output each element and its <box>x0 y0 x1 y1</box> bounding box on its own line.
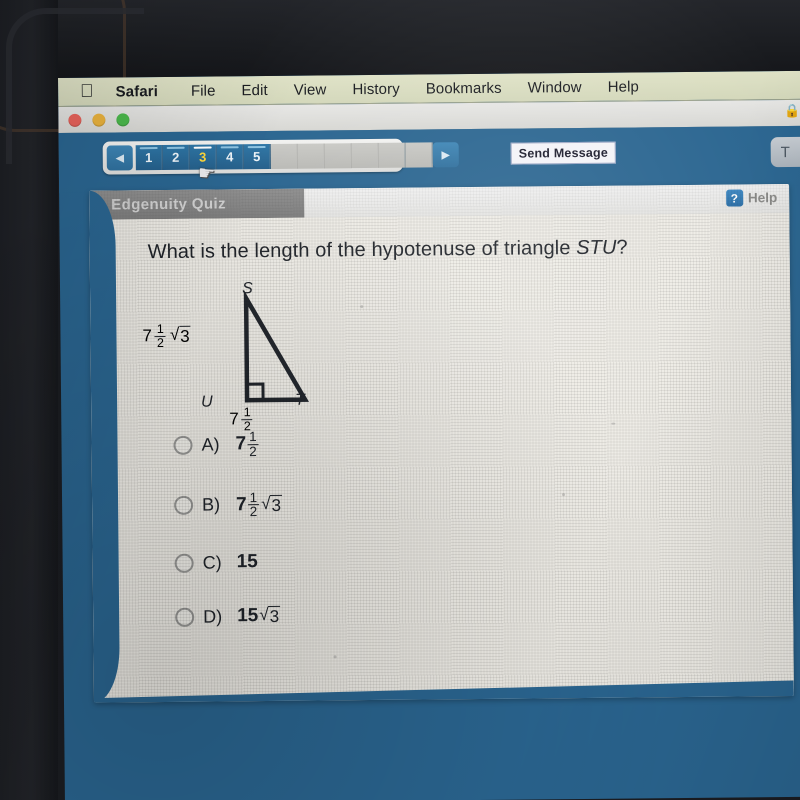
question-text: What is the length of the hypotenuse of … <box>148 237 628 265</box>
leg-left-fraction: 1 2 <box>154 321 167 350</box>
leg-left-whole: 7 <box>142 326 153 346</box>
page-tab-2[interactable]: 2 <box>162 144 190 170</box>
vertex-label-s: S <box>241 280 253 298</box>
dust-speck <box>360 305 364 309</box>
option-b-denominator: 2 <box>247 504 260 520</box>
pager-prev-arrow-icon[interactable]: ◀ <box>106 145 133 171</box>
radio-button-d[interactable] <box>175 607 195 627</box>
help-button[interactable]: ? Help <box>725 189 778 207</box>
option-value-b: 7 1 2 √ 3 <box>236 489 283 520</box>
send-message-button[interactable]: Send Message <box>510 141 617 165</box>
window-controls <box>68 113 130 127</box>
option-d-whole: 15 <box>237 605 259 627</box>
radical-sign-icon: √ <box>259 605 269 625</box>
quiz-appbar: ◀ 1 2 3 4 5 ▶ Send Message T <box>58 125 800 193</box>
page-slot-empty <box>378 142 406 168</box>
page-tab-5[interactable]: 5 <box>243 143 271 170</box>
option-b-whole: 7 <box>236 494 247 516</box>
lock-icon: 🔒 <box>784 102 800 119</box>
leg-left-denominator: 2 <box>154 335 167 350</box>
answer-option-b[interactable]: B) 7 1 2 √ 3 <box>174 489 283 520</box>
radio-button-b[interactable] <box>174 496 194 516</box>
leg-bottom-numerator: 1 <box>243 405 251 420</box>
question-mark-icon: ? <box>725 189 743 207</box>
page-tab-1[interactable]: 1 <box>135 144 163 171</box>
option-value-a: 7 1 2 <box>235 429 259 459</box>
leg-left-numerator: 1 <box>156 321 164 337</box>
menu-item-view[interactable]: View <box>281 81 340 99</box>
option-a-whole: 7 <box>235 433 247 455</box>
menu-item-bookmarks[interactable]: Bookmarks <box>413 79 515 97</box>
page-slot-empty <box>324 143 352 169</box>
option-d-radicand: 3 <box>268 605 281 628</box>
answer-option-a[interactable]: A) 7 1 2 <box>173 429 281 460</box>
menu-item-window[interactable]: Window <box>515 78 595 96</box>
triangle-figure: S U T 7 1 2 √ 3 7 1 2 <box>142 279 404 446</box>
quiz-content: What is the length of the hypotenuse of … <box>89 212 794 703</box>
answer-options: A) 7 1 2 B) 7 1 2 √ 3 C) 15 D) 15 √ 3 <box>173 429 283 660</box>
option-a-denominator: 2 <box>247 443 259 459</box>
pager-slots: 1 2 3 4 5 <box>135 142 433 171</box>
leg-left-radicand: 3 <box>179 325 191 348</box>
option-b-radicand: 3 <box>270 494 283 516</box>
radio-button-c[interactable] <box>174 553 194 573</box>
radical-sign-icon: √ <box>261 493 271 513</box>
option-b-numerator: 1 <box>249 489 258 505</box>
answer-option-c[interactable]: C) 15 <box>174 551 283 574</box>
vertex-label-t: T <box>295 391 305 409</box>
tools-button[interactable]: T <box>770 136 800 168</box>
dust-speck <box>611 422 616 425</box>
option-letter-d: D) <box>203 606 223 627</box>
quiz-panel: Edgenuity Quiz ? Help What is the length… <box>89 183 794 703</box>
photo-of-laptop-screen:  Safari File Edit View History Bookmark… <box>0 0 800 800</box>
question-text-after: ? <box>616 236 628 259</box>
quiz-title: Edgenuity Quiz <box>111 195 227 214</box>
option-a-numerator: 1 <box>248 429 257 445</box>
page-tab-3-current[interactable]: 3 <box>189 144 217 170</box>
dust-speck <box>562 493 566 497</box>
option-c-plain: 15 <box>236 551 258 573</box>
apple-logo-icon[interactable]:  <box>80 80 94 100</box>
option-b-radical: √ 3 <box>261 493 283 516</box>
menu-item-file[interactable]: File <box>178 82 229 99</box>
quiz-title-bar: Edgenuity Quiz <box>89 188 305 220</box>
pager-next-arrow-icon[interactable]: ▶ <box>432 142 459 168</box>
answer-option-d[interactable]: D) 15 √ 3 <box>175 605 283 628</box>
option-value-c: 15 <box>237 551 258 573</box>
option-b-fraction: 1 2 <box>247 489 260 520</box>
radical-sign-icon: √ <box>169 325 180 345</box>
menu-item-safari[interactable]: Safari <box>116 82 178 100</box>
option-a-fraction: 1 2 <box>247 429 259 459</box>
help-label: Help <box>747 190 778 206</box>
leg-left-radical: √ 3 <box>169 325 191 348</box>
close-button[interactable] <box>68 113 82 127</box>
menu-item-edit[interactable]: Edit <box>228 81 280 99</box>
zoom-button[interactable] <box>116 113 130 127</box>
question-triangle-name: STU <box>576 236 617 260</box>
radio-button-a[interactable] <box>173 435 193 455</box>
page-slot-empty <box>405 142 433 168</box>
option-letter-a: A) <box>201 434 220 455</box>
leg-bottom-whole: 7 <box>229 409 239 429</box>
screen-content:  Safari File Edit View History Bookmark… <box>58 70 800 800</box>
dust-speck <box>333 655 337 659</box>
option-value-d: 15 √ 3 <box>237 605 281 628</box>
page-pager: ◀ 1 2 3 4 5 ▶ <box>102 138 459 175</box>
minimize-button[interactable] <box>92 113 106 127</box>
option-letter-c: C) <box>202 552 222 573</box>
panel-left-curve-overlay <box>89 190 120 703</box>
menu-item-help[interactable]: Help <box>595 78 652 96</box>
menu-item-history[interactable]: History <box>339 80 413 98</box>
page-tab-4[interactable]: 4 <box>216 144 244 170</box>
page-slot-empty <box>270 143 298 169</box>
secure-site-indicator: 🔒 <box>784 102 800 119</box>
option-d-radical: √ 3 <box>259 605 281 628</box>
leg-label-left: 7 1 2 √ 3 <box>142 321 191 350</box>
page-slot-empty <box>297 143 325 169</box>
question-text-before: What is the length of the hypotenuse of … <box>147 237 577 264</box>
option-letter-b: B) <box>202 494 221 515</box>
page-slot-empty <box>351 142 379 169</box>
vertex-label-u: U <box>201 393 213 411</box>
